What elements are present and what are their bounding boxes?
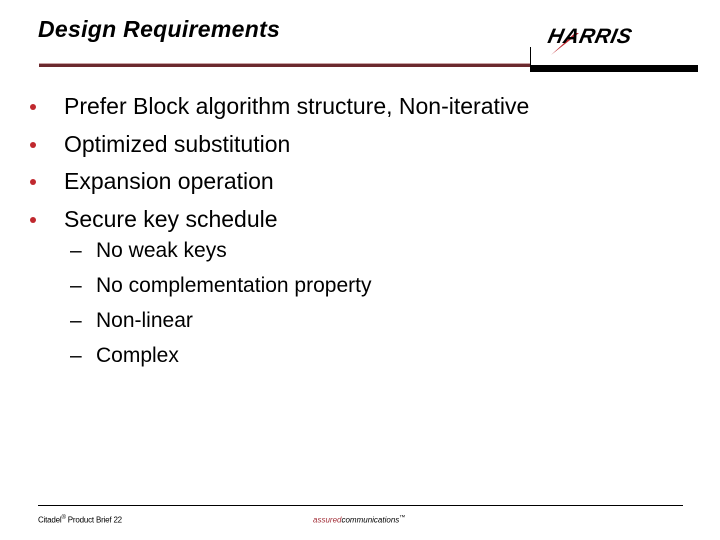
logo-underbar bbox=[530, 65, 698, 72]
dash-icon: – bbox=[70, 274, 82, 297]
bullet-item: Optimized substitution bbox=[28, 129, 529, 167]
dash-icon: – bbox=[70, 309, 82, 332]
trademark-mark: ™ bbox=[399, 515, 406, 521]
bullet-item: Expansion operation bbox=[28, 166, 529, 204]
footer-rule bbox=[38, 505, 683, 506]
footer-tagline: assuredcommunications™ bbox=[313, 515, 406, 525]
bullet-item: Secure key schedule bbox=[28, 204, 529, 242]
bullet-dot-icon bbox=[30, 141, 36, 148]
harris-logo: HARRIS bbox=[546, 25, 634, 55]
dash-icon: – bbox=[70, 344, 82, 367]
sub-bullet-list: – No weak keys – No complementation proper… bbox=[70, 237, 371, 377]
sub-bullet-item: – Complex bbox=[70, 342, 371, 377]
bullet-dot-icon bbox=[30, 104, 36, 110]
dash-icon: – bbox=[70, 239, 82, 262]
bullet-list: Prefer Block algorithm structure, Non-it… bbox=[28, 91, 529, 241]
title-rule bbox=[39, 64, 530, 67]
sub-bullet-item: – Non-linear bbox=[70, 307, 371, 342]
logo-text: HARRIS bbox=[546, 25, 634, 48]
footer-product-brief: Citadel® Product Brief 22 bbox=[38, 515, 122, 525]
bullet-item: Prefer Block algorithm structure, Non-it… bbox=[28, 91, 529, 129]
slide-title: Design Requirements bbox=[38, 16, 281, 42]
sub-bullet-item: – No weak keys bbox=[70, 237, 371, 272]
bullet-dot-icon bbox=[30, 179, 36, 185]
bullet-dot-icon bbox=[30, 216, 36, 223]
sub-bullet-item: – No complementation property bbox=[70, 272, 371, 307]
